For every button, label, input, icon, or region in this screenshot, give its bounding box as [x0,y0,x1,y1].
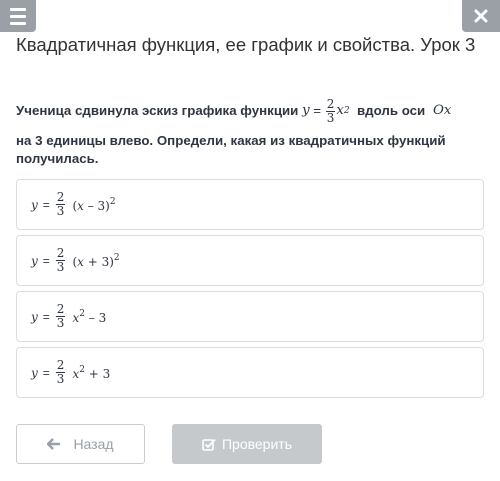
question-func-eq: = [309,103,325,118]
option-fraction: 2 3 [55,246,66,274]
answer-option-1[interactable]: y = 2 3 (x – 3)2 [16,179,484,230]
question-axis: Ox [432,103,452,118]
question-text-mid: вдоль оси [349,103,429,118]
option-fraction: 2 3 [55,302,66,330]
back-button[interactable]: Назад [16,424,145,464]
question-func-var: x [336,103,344,118]
arrow-left-icon [47,438,61,450]
answer-option-4[interactable]: y = 2 3 x2 + 3 [16,347,484,398]
question-func-y: y [302,103,310,118]
question-text: Ученица сдвинула эскиз графика функции y… [16,97,490,168]
menu-button[interactable] [0,0,36,32]
question-text-after: на 3 единицы влево. Определи, какая из к… [16,133,446,166]
close-button[interactable] [462,0,500,32]
back-button-label: Назад [73,436,114,452]
option-fraction: 2 3 [55,358,66,386]
option-formula: y = 2 3 (x – 3)2 [31,190,116,218]
answer-option-3[interactable]: y = 2 3 x2 – 3 [16,291,484,342]
check-button-label: Проверить [221,436,292,452]
option-formula: y = 2 3 x2 – 3 [31,302,107,330]
answer-option-2[interactable]: y = 2 3 (x + 3)2 [16,235,484,286]
question-fraction: 2 3 [325,96,336,125]
hamburger-menu-icon [10,7,26,11]
checkbox-icon [202,438,216,451]
page-title: Квадратичная функция, ее график и свойст… [16,34,476,55]
option-fraction: 2 3 [55,190,66,218]
question-text-before: Ученица сдвинула эскиз графика функции [16,103,303,118]
option-formula: y = 2 3 (x + 3)2 [31,246,120,274]
close-icon [474,9,488,23]
answer-options: y = 2 3 (x – 3)2 y = 2 3 (x + 3)2 y = 2 … [16,179,484,403]
option-formula: y = 2 3 x2 + 3 [31,358,111,386]
check-button[interactable]: Проверить [172,424,322,464]
